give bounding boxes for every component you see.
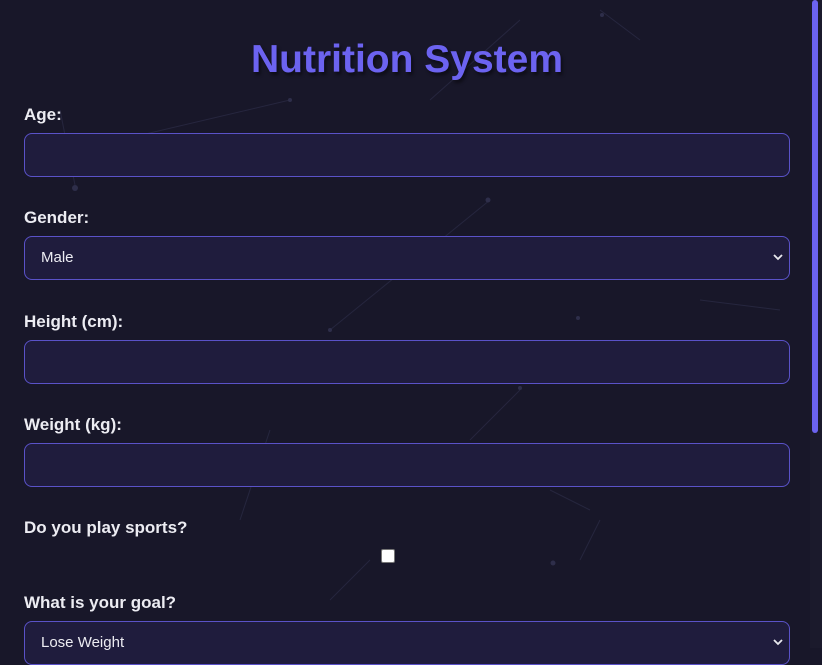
age-input[interactable] xyxy=(24,133,790,177)
network-background xyxy=(59,9,781,601)
sports-checkbox[interactable] xyxy=(381,549,395,563)
gender-select-value: Male xyxy=(41,249,74,266)
height-label: Height (cm): xyxy=(24,312,124,331)
scrollbar-thumb[interactable] xyxy=(812,0,818,433)
page-title: Nutrition System xyxy=(250,38,564,81)
weight-label: Weight (kg): xyxy=(24,415,122,434)
goal-select-value: Lose Weight xyxy=(41,634,125,651)
chevron-down-icon xyxy=(773,639,783,646)
gender-select[interactable]: Male xyxy=(24,236,790,280)
chevron-down-icon xyxy=(773,254,783,261)
height-input[interactable] xyxy=(24,340,790,384)
goal-select[interactable]: Lose Weight xyxy=(24,621,790,665)
goal-label: What is your goal? xyxy=(24,593,177,612)
age-label: Age: xyxy=(24,105,62,124)
sports-label: Do you play sports? xyxy=(24,518,188,537)
weight-input[interactable] xyxy=(24,443,790,487)
gender-label: Gender: xyxy=(24,208,90,227)
